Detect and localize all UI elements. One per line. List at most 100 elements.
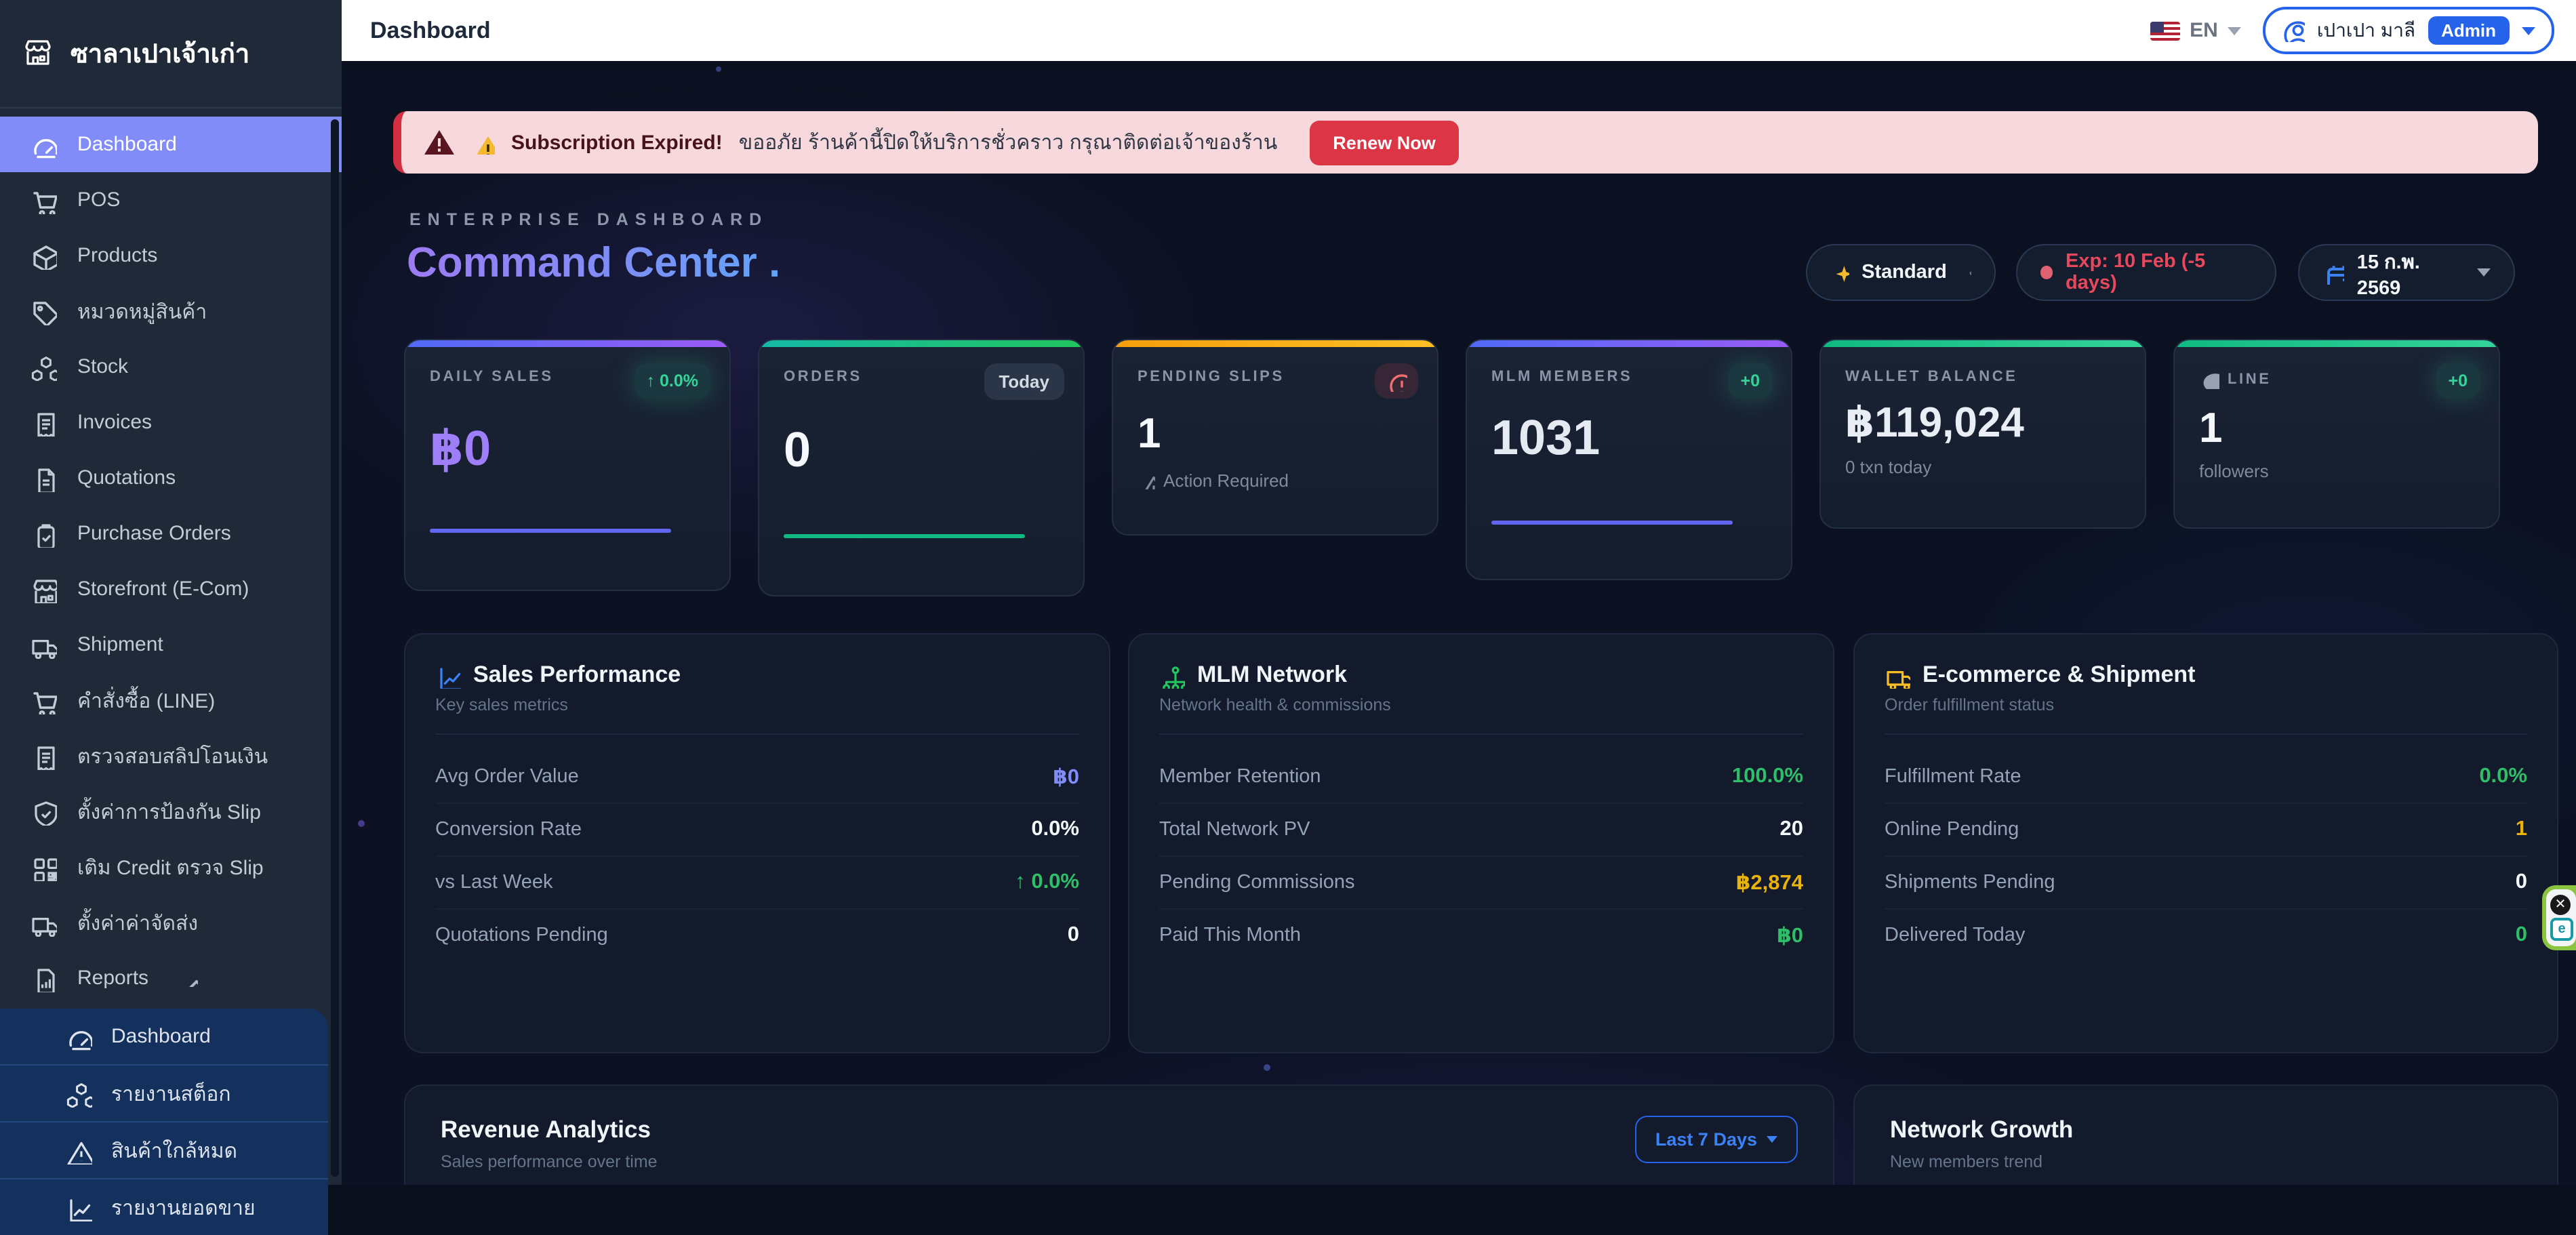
cart-icon	[30, 687, 57, 714]
subscription-alert: Subscription Expired! ขออภัย ร้านค้านี้ป…	[393, 111, 2538, 174]
metric-row: Pending Commissions ฿2,874	[1159, 857, 1803, 910]
sidebar-item-purchase-orders[interactable]: Purchase Orders	[0, 506, 342, 561]
sidebar-item-label: POS	[77, 188, 120, 211]
renew-now-button[interactable]: Renew Now	[1310, 120, 1459, 165]
line-chart-icon	[65, 1194, 92, 1221]
decor-dot	[716, 66, 721, 72]
truck-icon	[1885, 662, 1910, 688]
submenu-item-stock-report[interactable]: รายงานสต็อก	[0, 1066, 328, 1122]
sidebar-item-shipment[interactable]: Shipment	[0, 617, 342, 672]
stat-underline	[784, 534, 1025, 538]
stat-card-pending-slips[interactable]: PENDING SLIPS 1 Action Required	[1112, 339, 1438, 535]
decor-dot	[1264, 1064, 1270, 1071]
submenu-item-label: รายงานยอดขาย	[111, 1191, 256, 1223]
metric-value: ↑ 0.0%	[1015, 870, 1079, 895]
sidebar-item-label: ตั้งค่าค่าจัดส่ง	[77, 906, 198, 939]
stat-card-orders[interactable]: ORDERS Today 0	[758, 339, 1085, 596]
user-menu[interactable]: เปาเปา มาลี Admin	[2263, 7, 2554, 54]
panel-revenue-analytics: Revenue Analytics Sales performance over…	[404, 1085, 1834, 1185]
clipboard-icon	[30, 520, 57, 547]
sidebar-item-products[interactable]: Products	[0, 228, 342, 283]
metric-value: ฿0	[1053, 764, 1079, 790]
submenu-item-dashboard[interactable]: Dashboard	[0, 1009, 328, 1066]
divider	[1885, 733, 2527, 735]
receipt-icon	[30, 742, 57, 769]
divider	[435, 733, 1079, 735]
sidebar-item-pos[interactable]: POS	[0, 172, 342, 228]
sidebar-item-storefront[interactable]: Storefront (E-Com)	[0, 561, 342, 617]
sidebar-item-reports[interactable]: Reports	[0, 950, 342, 1006]
stat-label: ORDERS	[784, 369, 862, 385]
decor-dot	[358, 820, 365, 827]
e-logo-icon: e	[2550, 918, 2573, 941]
panel-title: E-commerce & Shipment	[1923, 662, 2195, 689]
stat-value: 1	[1113, 409, 1437, 458]
brand: ซาลาเปาเจ้าเก่า	[0, 0, 342, 108]
network-icon	[1159, 662, 1185, 688]
sidebar-item-label: Stock	[77, 355, 128, 378]
sidebar-item-label: Purchase Orders	[77, 522, 231, 545]
stat-card-mlm-members[interactable]: MLM MEMBERS +0 1031	[1466, 339, 1792, 580]
warning-icon	[65, 1137, 92, 1164]
report-icon	[30, 965, 57, 992]
metric-value: 0	[1068, 923, 1079, 948]
submenu-item-low-stock[interactable]: สินค้าใกล้หมด	[0, 1122, 328, 1179]
metric-row: Paid This Month ฿0	[1159, 910, 1803, 961]
stat-card-line[interactable]: LINE +0 1 followers	[2173, 339, 2500, 529]
role-badge: Admin	[2428, 16, 2510, 45]
sidebar-item-categories[interactable]: หมวดหมู่สินค้า	[0, 283, 342, 339]
sidebar-item-label: Reports	[77, 967, 148, 990]
app-root: ซาลาเปาเจ้าเก่า Dashboard POS Products ห…	[0, 0, 2576, 1185]
close-icon[interactable]: ✕	[2550, 895, 2571, 915]
stat-value: 0	[759, 422, 1083, 479]
sidebar-item-dashboard[interactable]: Dashboard	[0, 117, 342, 172]
warning-emoji-icon	[472, 131, 495, 154]
submenu-item-label: Dashboard	[111, 1025, 211, 1048]
language-label: EN	[2190, 19, 2218, 42]
date-range-dropdown[interactable]: Last 7 Days	[1635, 1116, 1798, 1163]
sidebar-scrollbar[interactable]	[331, 119, 339, 1177]
alert-triangle-icon	[423, 126, 456, 159]
user-name: เปาเปา มาลี	[2317, 16, 2415, 45]
hero-title: Command Center .	[407, 239, 780, 287]
sidebar-item-slip-protection[interactable]: ตั้งค่าการป้องกัน Slip	[0, 784, 342, 839]
sidebar-item-invoices[interactable]: Invoices	[0, 394, 342, 450]
sidebar-item-label: คำสั่งซื้อ (LINE)	[77, 684, 215, 716]
sidebar-item-label: หมวดหมู่สินค้า	[77, 295, 207, 327]
stat-card-daily-sales[interactable]: DAILY SALES ↑ 0.0% ฿0	[404, 339, 731, 591]
sidebar-item-label: Invoices	[77, 411, 152, 434]
expiry-pill[interactable]: Exp: 10 Feb (-5 days)	[2016, 244, 2276, 301]
sidebar-item-credit-topup[interactable]: เติม Credit ตรวจ Slip	[0, 839, 342, 895]
gauge-icon	[65, 1023, 92, 1050]
alert-title: Subscription Expired!	[511, 131, 723, 154]
metric-row: Total Network PV 20	[1159, 804, 1803, 857]
date-picker-pill[interactable]: 15 ก.พ. 2569	[2298, 244, 2515, 301]
sidebar-item-label: Storefront (E-Com)	[77, 578, 249, 601]
card-accent-bar	[1467, 340, 1791, 347]
metric-row: Conversion Rate 0.0%	[435, 804, 1079, 857]
card-accent-bar	[1113, 340, 1437, 347]
language-selector[interactable]: EN	[2150, 19, 2241, 42]
stat-card-wallet-balance[interactable]: WALLET BALANCE ฿119,024 0 txn today	[1819, 339, 2146, 529]
sidebar-item-slip-verify[interactable]: ตรวจสอบสลิปโอนเงิน	[0, 728, 342, 784]
plan-pill[interactable]: Standard	[1806, 244, 1996, 301]
submenu-item-sales-report[interactable]: รายงานยอดขาย	[0, 1179, 328, 1235]
sidebar-item-quotations[interactable]: Quotations	[0, 450, 342, 506]
metric-value: 20	[1780, 817, 1804, 842]
panel-mlm-network: MLM Network Network health & commissions…	[1128, 633, 1834, 1053]
trend-badge: +0	[2436, 363, 2480, 399]
stat-label: WALLET BALANCE	[1845, 369, 2018, 385]
panel-title: Network Growth	[1890, 1116, 2073, 1144]
user-icon	[2282, 19, 2305, 42]
card-accent-bar	[759, 340, 1083, 347]
store-icon	[30, 575, 57, 603]
warning-icon	[1138, 472, 1155, 489]
trend-badge: +0	[1728, 363, 1772, 399]
sidebar-item-stock[interactable]: Stock	[0, 339, 342, 394]
sidebar-item-shipping-settings[interactable]: ตั้งค่าค่าจัดส่ง	[0, 895, 342, 950]
calendar-icon	[2322, 261, 2345, 284]
metric-value: ฿2,874	[1736, 870, 1803, 895]
sidebar-item-line-orders[interactable]: คำสั่งซื้อ (LINE)	[0, 672, 342, 728]
floating-extension-widget[interactable]: ✕ e	[2542, 885, 2576, 950]
chevron-down-icon	[2477, 268, 2491, 277]
